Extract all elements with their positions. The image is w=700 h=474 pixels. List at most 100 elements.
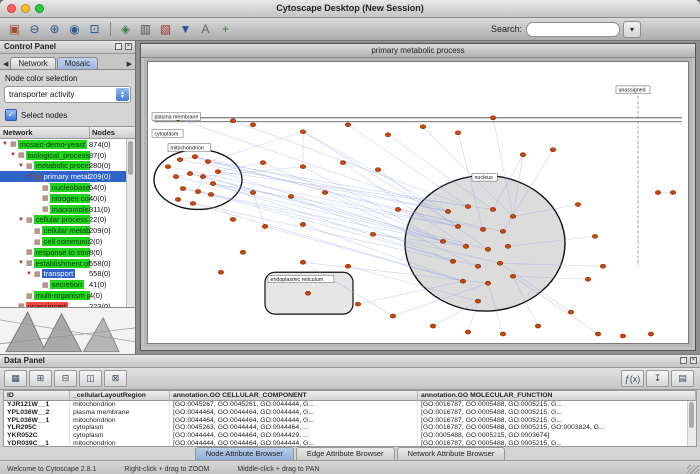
network-node[interactable]	[600, 264, 605, 268]
table-cell[interactable]: [GO:0045267, GO:0045261, GO:0044444, G..…	[170, 401, 418, 409]
network-node[interactable]	[505, 244, 510, 248]
network-node[interactable]	[300, 165, 305, 169]
table-row[interactable]: YPL036W__1mitochondrion[GO:0044464, GO:0…	[4, 417, 696, 425]
network-node[interactable]	[568, 310, 573, 314]
tree-expand-icon[interactable]: ▼	[26, 174, 34, 180]
tab-scroll-left-icon[interactable]: ◀	[1, 60, 10, 69]
open-session-button[interactable]: ▣	[5, 20, 24, 38]
tree-row[interactable]: ▦response to stimu8(0)	[0, 247, 127, 258]
network-node[interactable]	[585, 277, 590, 281]
network-node[interactable]	[490, 207, 495, 211]
network-node[interactable]	[450, 259, 455, 263]
network-node[interactable]	[500, 229, 505, 233]
table-cell[interactable]: YLR295C	[4, 424, 70, 432]
network-node[interactable]	[230, 119, 235, 123]
tree-row[interactable]: ▼▦transport558(0)	[0, 269, 127, 280]
network-node[interactable]	[300, 130, 305, 134]
network-node[interactable]	[260, 161, 265, 165]
search-options-button[interactable]: ▾	[623, 21, 641, 38]
select-nodes-checkbox[interactable]: ✓	[5, 109, 17, 121]
tree-row[interactable]: ▦multi-organism pro4(0)	[0, 290, 127, 301]
nodes-column-header[interactable]: Nodes	[90, 127, 135, 138]
zoom-window-button[interactable]	[35, 4, 44, 13]
node-color-combobox[interactable]: transporter activity ▲▼	[4, 86, 131, 103]
table-cell[interactable]: [GO:0016787, GO:0005488, GO:0005215, G..…	[418, 440, 696, 447]
tree-expand-icon[interactable]: ▼	[26, 271, 34, 277]
tree-row[interactable]: ▼▦establishment of lo558(0)	[0, 258, 127, 269]
trash-button[interactable]: ⊠	[104, 370, 127, 387]
table-cell[interactable]: [GO:0016787, GO:0005488, GO:0005215, G..…	[418, 417, 696, 425]
tree-row[interactable]: ▼▦cellular process22(0)	[0, 215, 127, 226]
tree-row[interactable]: ▦nitrogen compo40(0)	[0, 193, 127, 204]
network-node[interactable]	[440, 239, 445, 243]
tree-expand-icon[interactable]: ▼	[18, 217, 26, 223]
float-panel-icon[interactable]	[115, 43, 122, 50]
column-header-1[interactable]: _cellularLayoutRegion	[70, 391, 170, 401]
import-attributes-button[interactable]: ↧	[646, 370, 669, 387]
network-node[interactable]	[180, 187, 185, 191]
network-node[interactable]	[215, 170, 220, 174]
network-node[interactable]	[385, 133, 390, 137]
network-node[interactable]	[510, 214, 515, 218]
network-node[interactable]	[510, 274, 515, 278]
network-node[interactable]	[620, 334, 625, 338]
network-node[interactable]	[305, 291, 310, 295]
network-node[interactable]	[497, 261, 502, 265]
table-row[interactable]: YLR295Ccytoplasm[GO:0045263, GO:0044444,…	[4, 424, 696, 432]
tree-row[interactable]: ▦secretion41(0)	[0, 279, 127, 290]
network-node[interactable]	[345, 264, 350, 268]
tree-scrollbar-thumb[interactable]	[128, 141, 133, 175]
network-node[interactable]	[420, 125, 425, 129]
network-node[interactable]	[192, 155, 197, 159]
tree-row[interactable]: ▼▦primary metabo209(0)	[0, 171, 127, 182]
resize-grip[interactable]	[687, 465, 699, 474]
network-node[interactable]	[208, 193, 213, 197]
network-node[interactable]	[535, 324, 540, 328]
network-node[interactable]	[250, 123, 255, 127]
network-node[interactable]	[177, 158, 182, 162]
plugins-button[interactable]: +	[216, 20, 235, 38]
tree-row[interactable]: ▼▦mosaic-demo-yeast874(0)	[0, 139, 127, 150]
table-cell[interactable]: [GO:0044444, GO:0044464, GO:0044444, G..…	[170, 440, 418, 447]
table-cell[interactable]: [GO:0016787, GO:0005488, GO:0005215, GO:…	[418, 424, 696, 432]
column-header-2[interactable]: annotation.GO CELLULAR_COMPONENT	[170, 391, 418, 401]
network-node[interactable]	[187, 172, 192, 176]
tree-row[interactable]: ▦cellular metabo209(0)	[0, 225, 127, 236]
close-data-panel-icon[interactable]: ×	[690, 357, 697, 364]
zoom-in-button[interactable]: ⊕	[45, 20, 64, 38]
table-row[interactable]: YJR121W__1mitochondrion[GO:0045267, GO:0…	[4, 401, 696, 409]
table-row[interactable]: YDR039C__1mitochondrion[GO:0044444, GO:0…	[4, 440, 696, 447]
table-cell[interactable]: YJR121W__1	[4, 401, 70, 409]
network-node[interactable]	[375, 168, 380, 172]
table-cell[interactable]: YPL036W__2	[4, 409, 70, 417]
table-row[interactable]: YPL036W__2plasma membrane[GO:0044464, GO…	[4, 409, 696, 417]
tree-row[interactable]: ▼▦biological_process87(0)	[0, 150, 127, 161]
network-node[interactable]	[355, 302, 360, 306]
network-node[interactable]	[210, 182, 215, 186]
table-cell[interactable]: mitochondrion	[70, 417, 170, 425]
column-header-id[interactable]: ID	[4, 391, 70, 401]
table-cell[interactable]: cytoplasm	[70, 432, 170, 440]
window-titlebar[interactable]: Cytoscape Desktop (New Session)	[0, 0, 700, 18]
tree-expand-icon[interactable]: ▼	[18, 163, 26, 169]
network-node[interactable]	[460, 279, 465, 283]
network-node[interactable]	[322, 191, 327, 195]
table-cell[interactable]: cytoplasm	[70, 424, 170, 432]
zoom-out-button[interactable]: ⊖	[25, 20, 44, 38]
close-panel-icon[interactable]: ×	[125, 43, 132, 50]
column-header-3[interactable]: annotation.GO MOLECULAR_FUNCTION	[418, 391, 696, 401]
float-data-panel-icon[interactable]	[680, 357, 687, 364]
tab-node-attribute-browser[interactable]: Node Attribute Browser	[195, 447, 294, 460]
tree-expand-icon[interactable]: ▼	[10, 152, 18, 158]
network-node[interactable]	[240, 250, 245, 254]
zoom-fit-button[interactable]: ⊡	[85, 20, 104, 38]
table-cell[interactable]: [GO:0045263, GO:0044444, GO:0044464, ...	[170, 424, 418, 432]
network-node[interactable]	[300, 222, 305, 226]
tab-edge-attribute-browser[interactable]: Edge Attribute Browser	[296, 447, 395, 460]
network-node[interactable]	[670, 191, 675, 195]
network-node[interactable]	[230, 217, 235, 221]
network-node[interactable]	[430, 324, 435, 328]
network-node[interactable]	[445, 209, 450, 213]
tree-row[interactable]: ▦macromolecule311(0)	[0, 204, 127, 215]
tree-expand-icon[interactable]: ▼	[2, 141, 10, 147]
